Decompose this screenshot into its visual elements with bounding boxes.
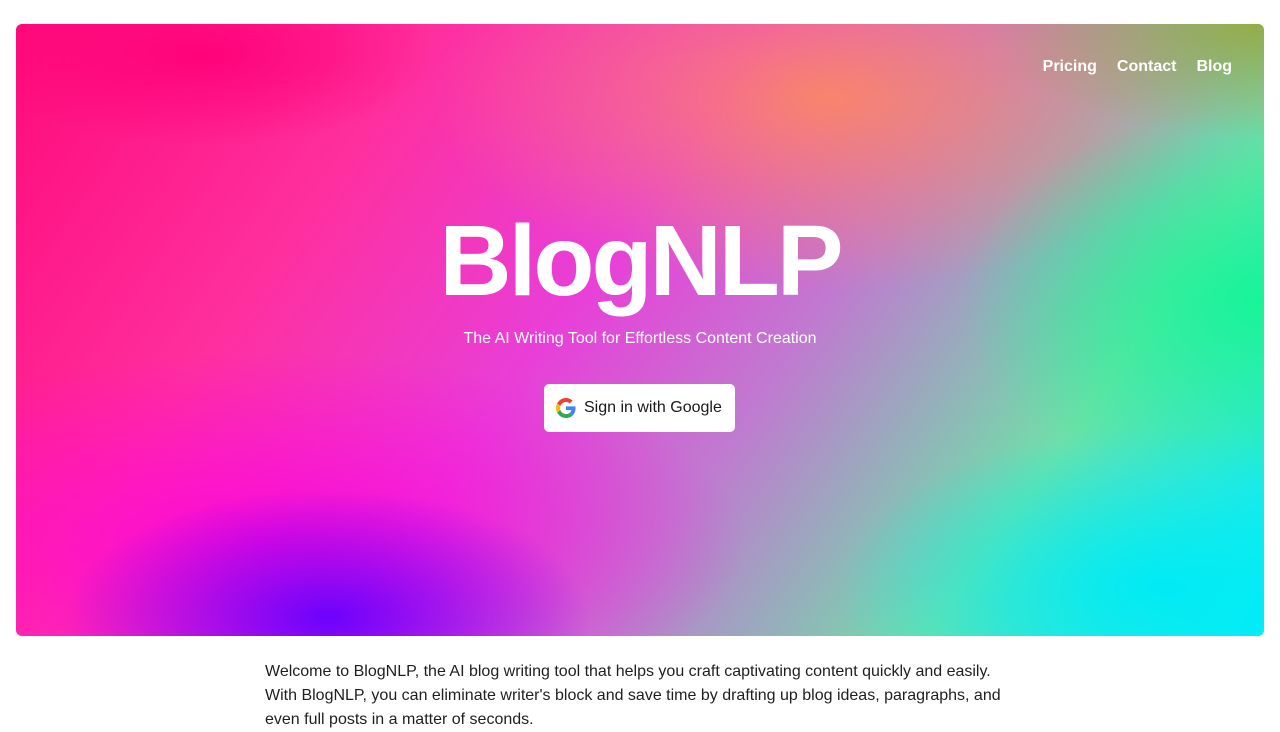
top-nav: Pricing Contact Blog [1023, 58, 1232, 76]
google-signin-label: Sign in with Google [584, 399, 722, 416]
nav-link-contact[interactable]: Contact [1117, 58, 1177, 76]
nav-link-blog[interactable]: Blog [1196, 58, 1232, 76]
google-g-icon [556, 398, 576, 418]
hero-banner: Pricing Contact Blog BlogNLP The AI Writ… [16, 24, 1264, 636]
google-signin-button[interactable]: Sign in with Google [544, 384, 735, 432]
hero-subtitle: The AI Writing Tool for Effortless Conte… [463, 330, 817, 347]
hero-title: BlogNLP [439, 205, 843, 317]
nav-link-pricing[interactable]: Pricing [1043, 58, 1097, 76]
intro-paragraph: Welcome to BlogNLP, the AI blog writing … [265, 663, 1001, 728]
